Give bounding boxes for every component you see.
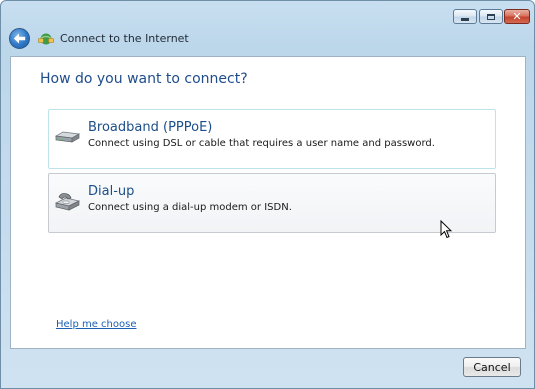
option-dialup-title: Dial-up bbox=[88, 184, 135, 199]
back-arrow-icon bbox=[13, 33, 26, 44]
option-broadband[interactable]: Broadband (PPPoE) Connect using DSL or c… bbox=[48, 109, 496, 169]
network-globe-icon bbox=[38, 33, 54, 45]
back-button[interactable] bbox=[9, 28, 30, 49]
help-me-choose-link[interactable]: Help me choose bbox=[56, 319, 136, 330]
option-dialup-description: Connect using a dial-up modem or ISDN. bbox=[88, 202, 292, 213]
maximize-button[interactable] bbox=[479, 9, 503, 24]
option-broadband-description: Connect using DSL or cable that requires… bbox=[88, 138, 435, 149]
dialup-phone-icon bbox=[54, 193, 80, 211]
content-panel: How do you want to connect? Broadband (P… bbox=[10, 56, 526, 349]
close-button[interactable]: ✕ bbox=[504, 9, 530, 24]
mouse-cursor-icon bbox=[440, 220, 452, 239]
minimize-button[interactable] bbox=[453, 9, 477, 24]
page-heading: How do you want to connect? bbox=[40, 71, 248, 87]
option-broadband-title: Broadband (PPPoE) bbox=[88, 120, 213, 135]
cancel-button[interactable]: Cancel bbox=[463, 357, 521, 377]
maximize-icon bbox=[487, 13, 495, 20]
wizard-window: ✕ Connect to the Internet How do you wan… bbox=[0, 0, 535, 389]
close-icon: ✕ bbox=[512, 10, 522, 23]
wizard-title: Connect to the Internet bbox=[60, 32, 189, 45]
option-dialup[interactable]: Dial-up Connect using a dial-up modem or… bbox=[48, 173, 496, 233]
minimize-icon bbox=[461, 17, 469, 21]
broadband-modem-icon bbox=[54, 131, 80, 143]
